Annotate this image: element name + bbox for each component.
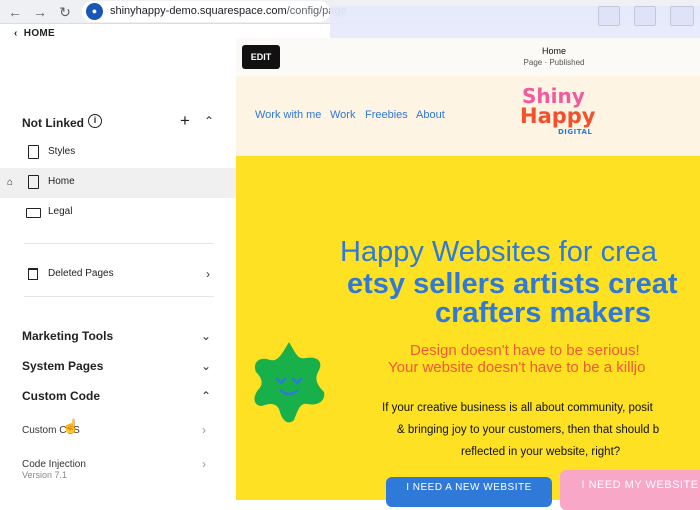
hero-body-text: If your creative business is all about c…: [382, 402, 653, 414]
hero-body-text: reflected in your website, right?: [461, 446, 621, 458]
page-item-label: Home: [48, 176, 75, 187]
page-icon: [28, 175, 39, 189]
page-item-styles[interactable]: Styles: [0, 138, 236, 168]
section-custom-code[interactable]: Custom Code: [22, 389, 100, 403]
hero-heading-bold: etsy sellers artists creat: [347, 268, 678, 300]
smiling-star-icon: [254, 342, 325, 423]
extension-icon[interactable]: [670, 6, 694, 26]
home-back-link[interactable]: ‹ HOME: [14, 28, 55, 39]
hero-body-text: & bringing joy to your customers, then t…: [397, 424, 660, 436]
site-nav-about[interactable]: About: [416, 109, 445, 121]
page-icon: [28, 145, 39, 159]
add-page-icon[interactable]: +: [180, 111, 190, 131]
chevron-right-icon[interactable]: ›: [202, 423, 206, 437]
logo-text: Happy: [520, 104, 596, 128]
page-item-home[interactable]: ⌂ Home: [0, 168, 236, 198]
home-back-label: HOME: [23, 28, 55, 39]
forward-icon[interactable]: →: [31, 3, 49, 21]
pointer-cursor-icon: ☝: [62, 418, 80, 434]
deleted-pages-link[interactable]: Deleted Pages: [48, 268, 114, 279]
need-new-website-button[interactable]: I NEED A NEW WEBSITE: [386, 477, 552, 507]
section-system-pages[interactable]: System Pages: [22, 359, 103, 373]
chevron-down-icon[interactable]: ⌄: [201, 359, 211, 373]
page-item-label: Styles: [48, 146, 76, 157]
hero-heading: Happy Websites for crea: [340, 236, 657, 268]
chevron-right-icon[interactable]: ›: [206, 267, 210, 281]
hero-heading-bold: crafters makers: [435, 297, 652, 329]
hero-heading-text: Happy Websites for crea: [340, 236, 657, 268]
section-marketing-tools[interactable]: Marketing Tools: [22, 329, 113, 343]
page-item-label: Legal: [48, 206, 73, 217]
site-nav-freebies[interactable]: Freebies: [365, 109, 408, 121]
site-nav-work-with-me[interactable]: Work with me: [255, 109, 321, 121]
site-info-icon[interactable]: ●: [86, 3, 103, 20]
link-icon: [26, 208, 41, 218]
extension-icon[interactable]: [598, 6, 620, 26]
chevron-right-icon[interactable]: ›: [202, 457, 206, 471]
not-linked-title: Not Linked: [22, 116, 84, 130]
url-text[interactable]: shinyhappy-demo.squarespace.com/config/p…: [110, 5, 347, 17]
divider: [24, 243, 214, 244]
chevron-down-icon[interactable]: ⌄: [201, 329, 211, 343]
reload-icon[interactable]: ↻: [56, 3, 74, 21]
need-my-website-button[interactable]: I NEED MY WEBSITE: [560, 470, 700, 510]
divider: [24, 296, 214, 297]
chevron-up-icon[interactable]: ⌃: [201, 389, 211, 403]
page-title: Home: [541, 46, 566, 56]
extension-icon[interactable]: [634, 6, 656, 26]
code-injection-link[interactable]: Code Injection: [22, 459, 86, 470]
site-nav-work[interactable]: Work: [330, 109, 355, 121]
homepage-icon: ⌂: [7, 177, 14, 188]
edit-button[interactable]: EDIT: [242, 45, 280, 69]
info-icon[interactable]: i: [88, 114, 102, 128]
hero-subheading: Your website doesn't have to be a killjo: [388, 359, 646, 376]
page-item-legal[interactable]: Legal: [0, 198, 236, 228]
site-logo[interactable]: Shiny Happy DIGITAL: [520, 84, 596, 148]
logo-text: DIGITAL: [558, 128, 593, 136]
back-icon[interactable]: ←: [6, 3, 24, 21]
page-status: Page · Published: [523, 58, 585, 67]
hero-subheading: Design doesn't have to be serious!: [410, 342, 640, 359]
chevron-up-icon[interactable]: ⌃: [204, 114, 214, 128]
version-text: Version 7.1: [22, 470, 68, 480]
trash-icon: [28, 268, 38, 280]
url-host: shinyhappy-demo.squarespace.com: [110, 5, 287, 17]
